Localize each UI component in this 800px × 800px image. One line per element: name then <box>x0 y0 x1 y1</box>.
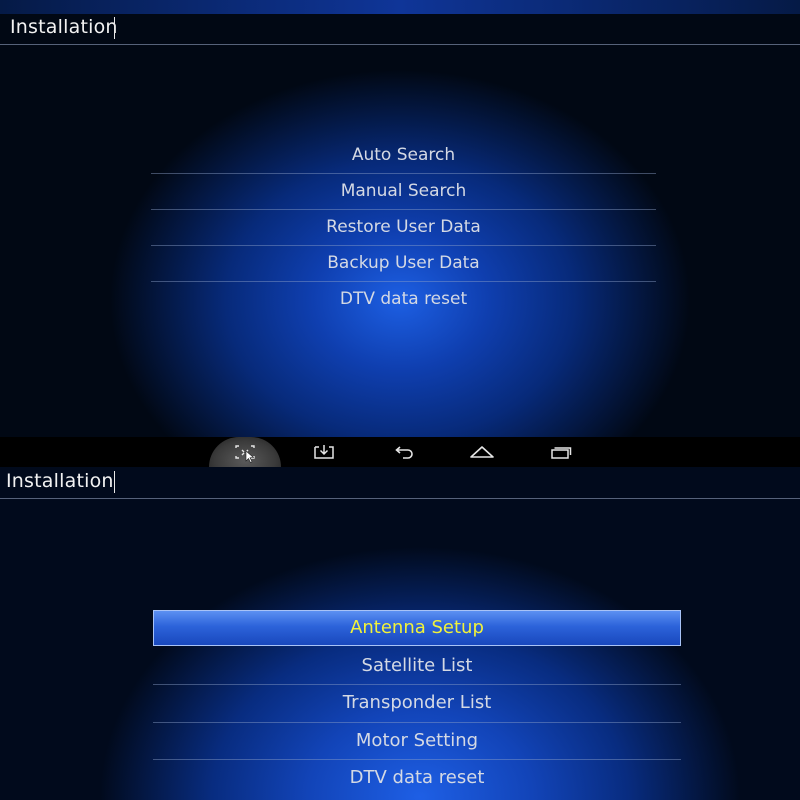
menu-item-restore-user-data[interactable]: Restore User Data <box>151 210 656 246</box>
menu-item-transponder-list[interactable]: Transponder List <box>153 685 681 723</box>
back-icon[interactable] <box>373 437 433 467</box>
recent-apps-icon[interactable] <box>531 437 591 467</box>
header-divider <box>0 498 800 499</box>
page-title: Installation <box>6 470 114 492</box>
screenshot-icon[interactable] <box>215 437 275 467</box>
system-navigation-bar <box>0 437 800 467</box>
download-icon[interactable] <box>294 437 354 467</box>
menu-item-manual-search[interactable]: Manual Search <box>151 174 656 210</box>
menu-item-satellite-list[interactable]: Satellite List <box>153 648 681 686</box>
installation-menu: Auto Search Manual Search Restore User D… <box>151 138 656 318</box>
header-divider <box>0 44 800 45</box>
menu-item-motor-setting[interactable]: Motor Setting <box>153 723 681 761</box>
page-title: Installation <box>10 16 118 38</box>
menu-item-antenna-setup[interactable]: Antenna Setup <box>153 610 681 646</box>
home-icon[interactable] <box>452 437 512 467</box>
menu-item-auto-search[interactable]: Auto Search <box>151 138 656 174</box>
menu-item-dtv-data-reset[interactable]: DTV data reset <box>153 760 681 798</box>
text-cursor <box>114 17 115 39</box>
text-cursor <box>114 471 115 493</box>
menu-item-dtv-data-reset[interactable]: DTV data reset <box>151 282 656 318</box>
installation-screen-bottom: Installation Antenna Setup Satellite Lis… <box>0 467 800 800</box>
installation-menu: Antenna Setup Satellite List Transponder… <box>153 610 681 798</box>
menu-item-backup-user-data[interactable]: Backup User Data <box>151 246 656 282</box>
installation-screen-top: Installation Auto Search Manual Search R… <box>0 0 800 437</box>
